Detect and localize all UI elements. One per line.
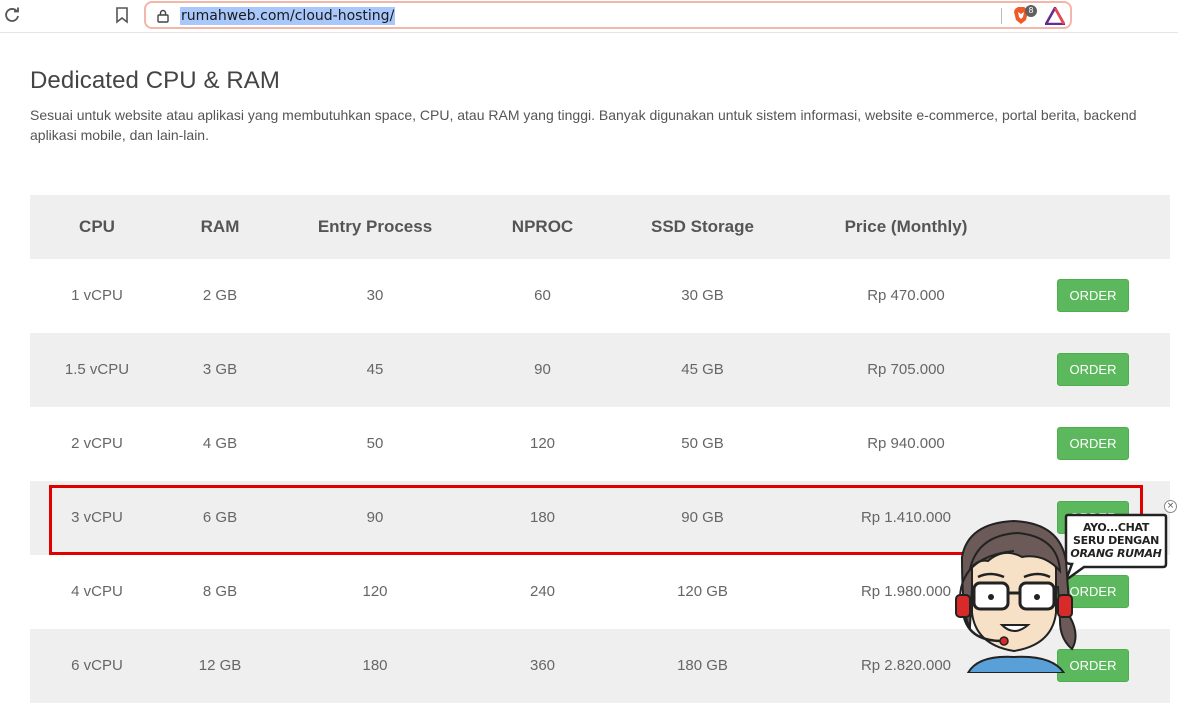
section-title: Dedicated CPU & RAM	[30, 67, 280, 94]
cell-ram: 4 GB	[202, 435, 238, 452]
browser-toolbar: rumahweb.com/cloud-hosting/ 8	[0, 0, 1178, 33]
cell-ssd-storage: 120 GB	[677, 583, 728, 600]
reload-icon[interactable]	[3, 6, 21, 24]
header-cpu: CPU	[79, 217, 115, 236]
cell-ssd-storage: 30 GB	[681, 287, 724, 304]
cell-entry-process: 120	[362, 583, 388, 600]
address-bar[interactable]: rumahweb.com/cloud-hosting/ 8	[144, 1, 1072, 29]
header-nproc: NPROC	[511, 217, 574, 236]
cell-nproc: 60	[534, 287, 551, 304]
omnibox-divider	[1001, 8, 1002, 24]
cell-entry-process: 50	[366, 435, 384, 452]
header-ssd-storage: SSD Storage	[651, 217, 754, 236]
cell-entry-process: 30	[366, 287, 384, 304]
table-header: CPU RAM Entry Process NPROC SSD Storage …	[30, 195, 1170, 259]
header-ram: RAM	[200, 217, 240, 236]
url-text[interactable]: rumahweb.com/cloud-hosting/	[180, 7, 396, 25]
cell-price: Rp 940.000	[867, 435, 945, 452]
cell-price: Rp 470.000	[867, 287, 945, 304]
cell-nproc: 120	[529, 435, 556, 452]
cell-ssd-storage: 180 GB	[677, 657, 728, 674]
cell-entry-process: 45	[366, 361, 384, 378]
cell-cpu: 2 vCPU	[71, 435, 123, 452]
cell-ram: 2 GB	[202, 287, 238, 304]
cell-nproc: 360	[529, 657, 556, 674]
cell-nproc: 90	[534, 361, 551, 378]
header-entry-process: Entry Process	[317, 217, 433, 236]
cell-entry-process: 180	[362, 657, 388, 674]
cell-price: Rp 705.000	[867, 361, 945, 378]
table-row: 2 vCPU 4 GB 50 120 50 GB Rp 940.000 ORDE…	[30, 407, 1170, 481]
bookmark-icon[interactable]	[114, 6, 130, 24]
cell-nproc: 240	[529, 583, 556, 600]
order-button[interactable]: ORDER	[1057, 353, 1129, 386]
cell-cpu: 1 vCPU	[71, 287, 123, 304]
cell-cpu: 6 vCPU	[71, 657, 123, 674]
cell-ram: 12 GB	[198, 657, 242, 674]
header-price: Price (Monthly)	[844, 217, 968, 236]
brave-shield-count: 8	[1025, 5, 1037, 17]
section-description: Sesuai untuk website atau aplikasi yang …	[30, 107, 1137, 143]
cell-ram: 3 GB	[202, 361, 238, 378]
cell-ssd-storage: 50 GB	[681, 435, 724, 452]
lock-icon[interactable]	[157, 9, 169, 23]
cell-cpu: 1.5 vCPU	[64, 361, 130, 378]
table-row: 1.5 vCPU 3 GB 45 90 45 GB Rp 705.000 ORD…	[30, 333, 1170, 407]
cell-cpu: 4 vCPU	[71, 583, 123, 600]
order-button[interactable]: ORDER	[1057, 427, 1129, 460]
cell-ssd-storage: 45 GB	[681, 361, 724, 378]
brave-rewards-icon[interactable]	[1045, 7, 1065, 25]
chat-agent-avatar-icon[interactable]	[948, 517, 1088, 673]
cell-ram: 8 GB	[202, 583, 238, 600]
order-button[interactable]: ORDER	[1057, 279, 1129, 312]
table-row: 1 vCPU 2 GB 30 60 30 GB Rp 470.000 ORDER	[30, 259, 1170, 333]
